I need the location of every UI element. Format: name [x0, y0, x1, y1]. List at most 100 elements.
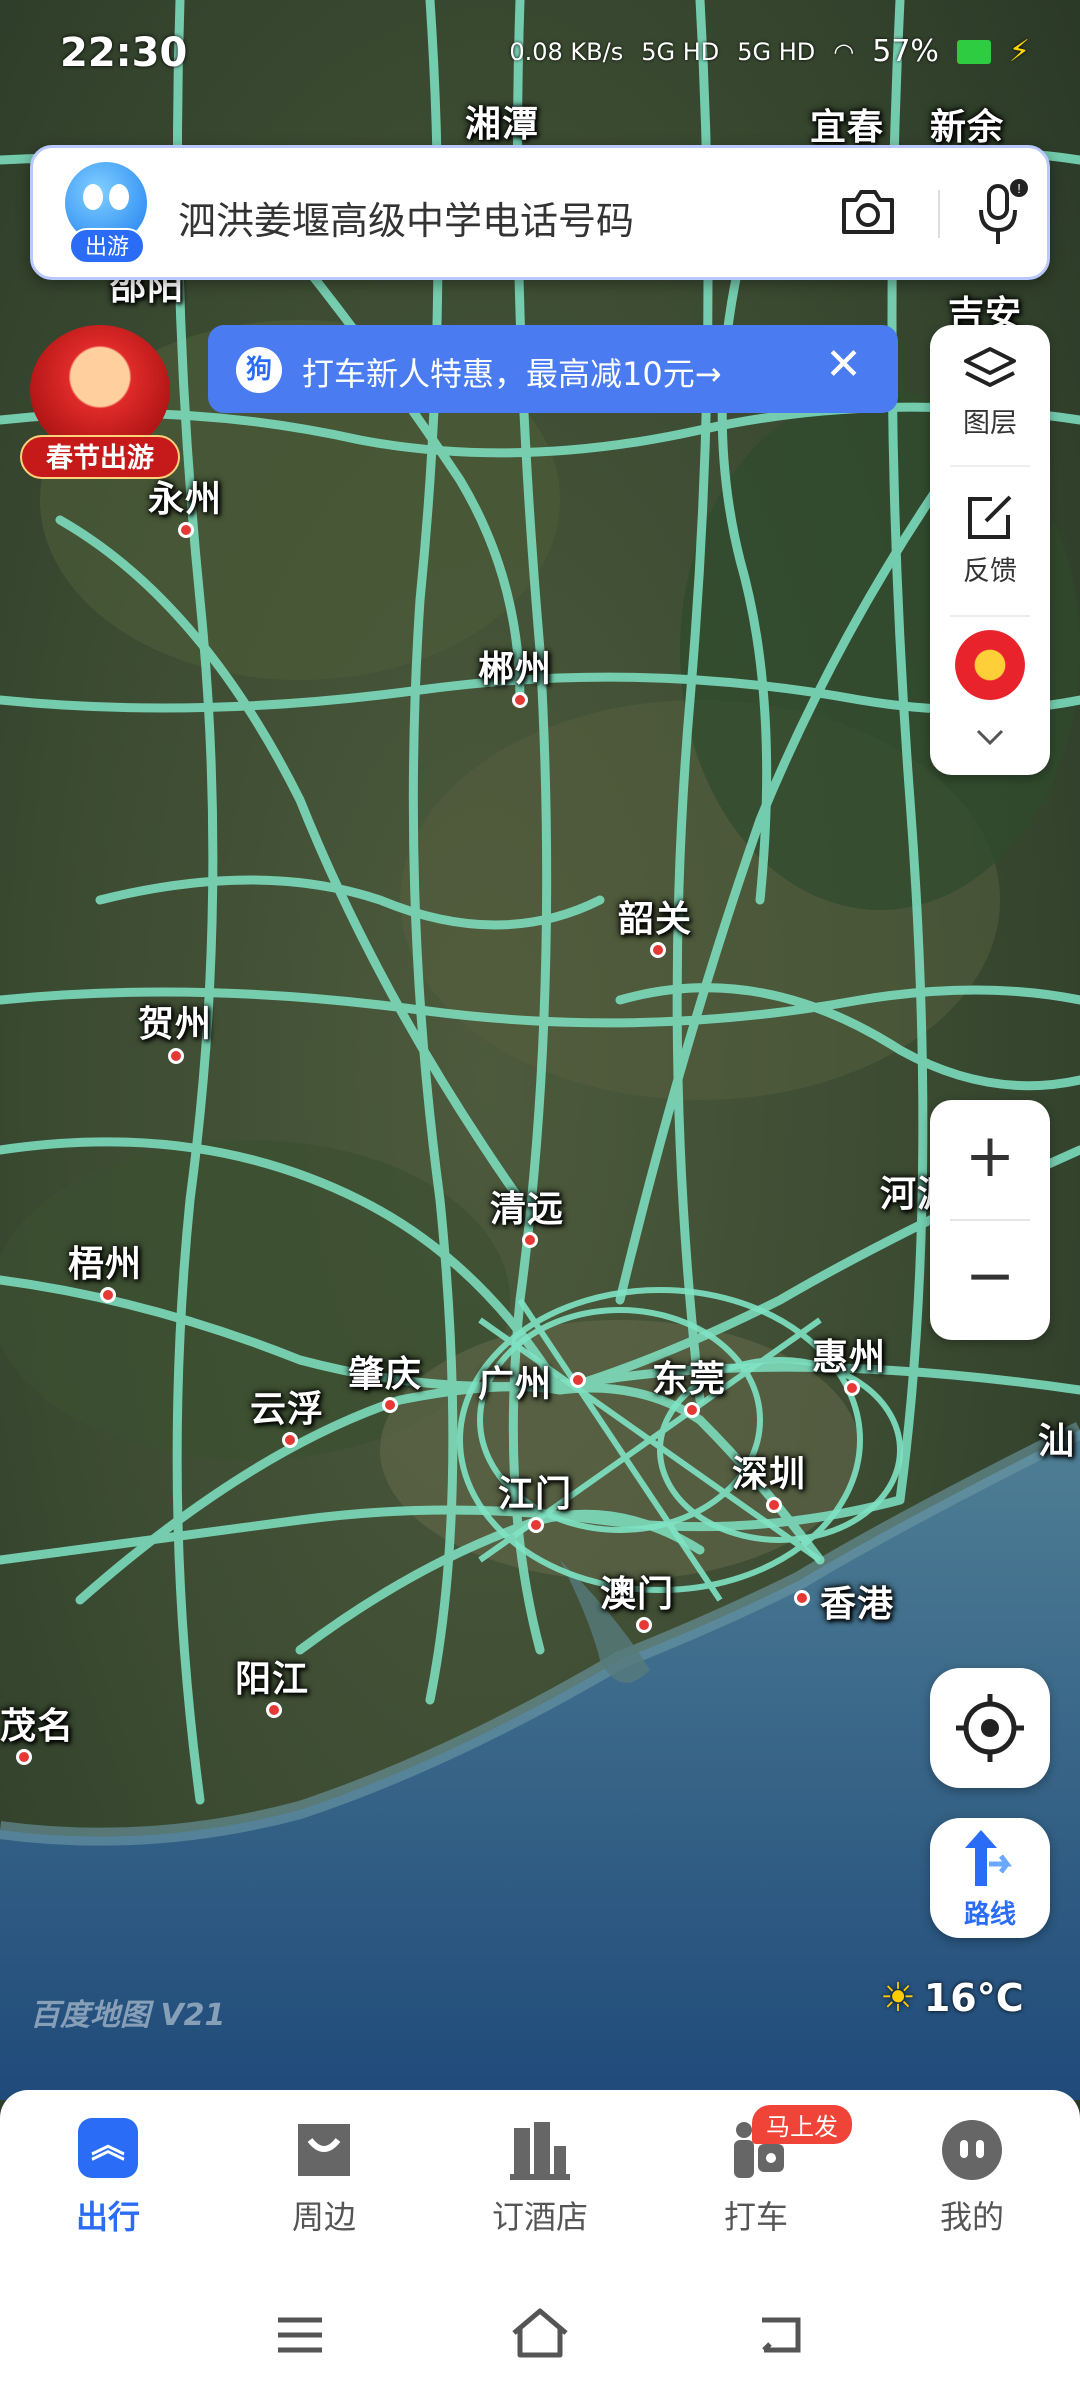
city-label[interactable]: 茂名 — [0, 1697, 74, 1749]
layers-icon — [964, 347, 1016, 387]
locate-button[interactable] — [930, 1668, 1050, 1788]
city-dot — [844, 1380, 860, 1396]
wifi-icon: ◠ — [833, 37, 855, 66]
city-label[interactable]: 梧州 — [68, 1235, 142, 1287]
battery-percent: 57% — [872, 34, 939, 69]
city-label[interactable]: 深圳 — [732, 1445, 806, 1497]
home-icon[interactable] — [508, 2305, 572, 2361]
city-label[interactable]: 澳门 — [600, 1565, 674, 1617]
city-label[interactable]: 云浮 — [250, 1380, 324, 1432]
battery-icon — [956, 39, 991, 64]
nav-nearby-label: 周边 — [291, 2198, 356, 2236]
charging-icon: ⚡ — [1008, 34, 1030, 69]
layers-button[interactable]: 图层 — [930, 345, 1050, 440]
map-tools-panel: 图层 反馈 — [930, 325, 1050, 775]
nav-nearby[interactable]: 周边 — [244, 2118, 404, 2238]
city-dot — [636, 1617, 652, 1633]
city-dot — [282, 1432, 298, 1448]
feedback-label: 反馈 — [963, 556, 1017, 587]
menu-icon[interactable] — [270, 2310, 330, 2360]
city-dot — [794, 1590, 810, 1606]
system-nav-bar — [0, 2265, 1080, 2400]
city-dot — [650, 942, 666, 958]
hotel-icon — [508, 2118, 572, 2182]
city-dot — [382, 1397, 398, 1413]
city-dot — [512, 692, 528, 708]
route-button[interactable]: 路线 — [930, 1818, 1050, 1938]
route-label: 路线 — [963, 1900, 1016, 1930]
city-dot — [16, 1749, 32, 1765]
search-bar[interactable]: 出游 泗洪姜堰高级中学电话号码 ! — [30, 145, 1050, 280]
city-dot — [168, 1048, 184, 1064]
divider — [938, 190, 940, 238]
nav-profile[interactable]: 我的 — [892, 2118, 1052, 2238]
status-time: 22:30 — [60, 30, 188, 76]
nav-travel-label: 出行 — [75, 2198, 140, 2236]
taxi-promo-icon: 狗 — [236, 347, 282, 393]
city-label[interactable]: 贺州 — [138, 995, 212, 1047]
zoom-out-button[interactable]: − — [930, 1220, 1050, 1340]
city-dot — [570, 1372, 586, 1388]
festival-activity-icon — [955, 630, 1025, 700]
nav-taxi-label: 打车 — [723, 2198, 788, 2236]
logo-badge: 出游 — [69, 228, 145, 264]
feedback-button[interactable]: 反馈 — [930, 493, 1050, 588]
nav-hotel-label: 订酒店 — [491, 2198, 588, 2236]
feedback-icon — [968, 495, 1012, 539]
festival-entry[interactable]: 春节出游 — [20, 325, 180, 480]
city-label[interactable]: 广州 — [478, 1355, 552, 1407]
sun-icon: ☀ — [880, 1975, 916, 2021]
nearby-icon — [292, 2118, 356, 2182]
camera-icon[interactable] — [838, 186, 898, 238]
status-bar: 22:30 0.08 KB/s 5G HD 5G HD ◠ 57% ⚡ — [0, 0, 1080, 110]
route-icon — [965, 1830, 1012, 1886]
city-label[interactable]: 香港 — [820, 1575, 894, 1627]
city-label[interactable]: 江门 — [498, 1465, 572, 1517]
locate-icon — [956, 1694, 1024, 1762]
city-dot — [266, 1702, 282, 1718]
svg-text:!: ! — [1017, 181, 1021, 196]
city-dot — [766, 1497, 782, 1513]
city-label[interactable]: 韶关 — [618, 890, 692, 942]
city-dot — [100, 1287, 116, 1303]
layers-label: 图层 — [963, 408, 1017, 439]
signal-5g-1: 5G HD — [641, 37, 720, 66]
network-speed: 0.08 KB/s — [509, 37, 624, 66]
zoom-control: + − — [930, 1100, 1050, 1340]
festival-label: 春节出游 — [20, 435, 180, 479]
city-label[interactable]: 阳江 — [235, 1650, 309, 1702]
map-watermark: 百度地图 V21 — [30, 1998, 226, 2033]
taxi-badge: 马上发 — [752, 2105, 852, 2144]
nav-profile-label: 我的 — [939, 2198, 1004, 2236]
microphone-icon[interactable]: ! — [973, 178, 1029, 250]
promo-text[interactable]: 打车新人特惠，最高减10元→ — [302, 349, 722, 395]
weather-widget[interactable]: ☀ 16°C — [880, 1975, 1024, 2021]
city-dot — [684, 1402, 700, 1418]
travel-icon: ︽ — [76, 2118, 140, 2182]
city-label[interactable]: 东莞 — [652, 1350, 726, 1402]
zoom-in-button[interactable]: + — [930, 1100, 1050, 1220]
city-dot — [522, 1232, 538, 1248]
city-label[interactable]: 清远 — [490, 1180, 564, 1232]
nav-travel[interactable]: ︽ 出行 — [28, 2118, 188, 2238]
city-label[interactable]: 惠州 — [812, 1328, 886, 1380]
app-logo[interactable]: 出游 — [63, 162, 149, 268]
nav-hotel[interactable]: 订酒店 — [460, 2118, 620, 2238]
status-icons: 0.08 KB/s 5G HD 5G HD ◠ 57% ⚡ — [509, 34, 1030, 69]
weather-temp: 16°C — [923, 1976, 1024, 2020]
back-icon[interactable] — [750, 2310, 810, 2360]
signal-5g-2: 5G HD — [737, 37, 816, 66]
festival-activity-button[interactable] — [930, 630, 1050, 700]
profile-icon — [940, 2118, 1004, 2182]
bottom-nav: ︽ 出行 周边 订酒店 打车 我的 — [0, 2090, 1080, 2265]
city-label[interactable]: 郴州 — [478, 640, 552, 692]
city-dot — [528, 1517, 544, 1533]
close-icon[interactable]: ✕ — [825, 339, 862, 390]
city-label[interactable]: 肇庆 — [348, 1345, 422, 1397]
chevron-down-icon — [976, 729, 1004, 746]
expand-button[interactable] — [930, 725, 1050, 755]
city-label[interactable]: 汕 — [1038, 1412, 1075, 1464]
promo-banner[interactable]: 狗 打车新人特惠，最高减10元→ ✕ — [208, 325, 898, 413]
search-input[interactable]: 泗洪姜堰高级中学电话号码 — [178, 190, 634, 245]
city-dot — [178, 522, 194, 538]
